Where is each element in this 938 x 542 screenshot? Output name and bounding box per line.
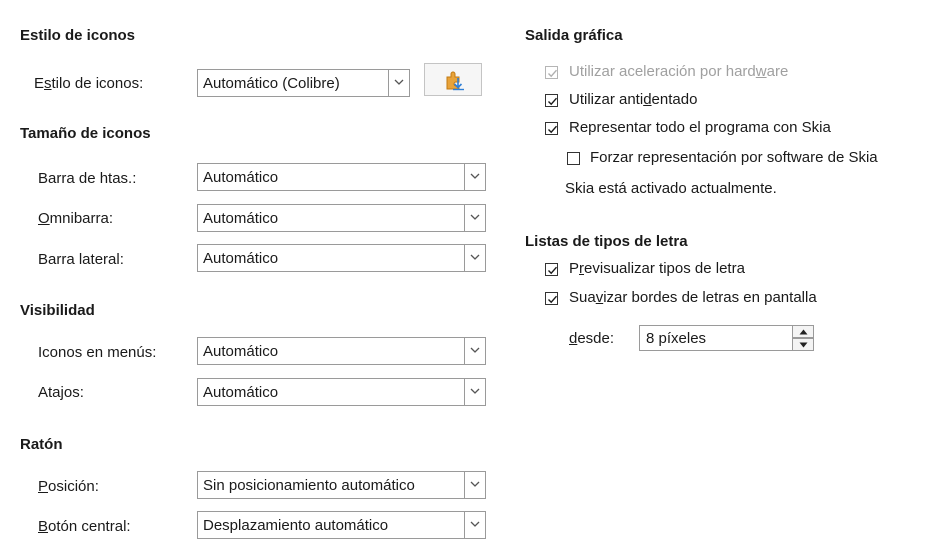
- notebookbar-size-dropdown[interactable]: Automático: [197, 204, 486, 232]
- checkmark-icon: [548, 69, 558, 78]
- chevron-down-icon[interactable]: [388, 70, 409, 96]
- menu-icons-value: Automático: [203, 343, 279, 360]
- icon-style-value: Automático (Colibre): [203, 75, 340, 92]
- spin-up-button[interactable]: [792, 325, 814, 338]
- toolbar-size-dropdown[interactable]: Automático: [197, 163, 486, 191]
- mouse-section-title: Ratón: [20, 436, 63, 453]
- antialias-label: Utilizar antidentado: [569, 91, 698, 108]
- icon-style-section-title: Estilo de iconos: [20, 27, 136, 44]
- spin-buttons[interactable]: [792, 325, 814, 351]
- icon-size-section-title: Tamaño de iconos: [20, 125, 151, 142]
- middle-button-value: Desplazamiento automático: [203, 517, 389, 534]
- menu-icons-dropdown[interactable]: Automático: [197, 337, 486, 365]
- mouse-position-value: Sin posicionamiento automático: [203, 477, 415, 494]
- toolbar-size-value: Automático: [203, 169, 279, 186]
- notebookbar-size-value: Automático: [203, 210, 279, 227]
- spin-down-button[interactable]: [792, 338, 814, 351]
- font-smoothing-checkbox[interactable]: [545, 292, 558, 305]
- middle-button-label: Botón central:: [38, 518, 131, 535]
- toolbar-size-label: Barra de htas.:: [38, 170, 137, 187]
- font-lists-section-title: Listas de tipos de letra: [525, 233, 688, 250]
- font-preview-checkbox[interactable]: [545, 263, 558, 276]
- mouse-position-dropdown[interactable]: Sin posicionamiento automático: [197, 471, 486, 499]
- chevron-down-icon[interactable]: [464, 245, 485, 271]
- menu-icons-label: Iconos en menús:: [38, 344, 157, 361]
- font-smoothing-label: Suavizar bordes de letras en pantalla: [569, 289, 817, 306]
- antialias-checkbox[interactable]: [545, 94, 558, 107]
- checkmark-icon: [548, 97, 558, 106]
- icon-style-label: Estilo de iconos:: [34, 75, 144, 92]
- chevron-down-icon[interactable]: [464, 472, 485, 498]
- chevron-down-icon[interactable]: [464, 205, 485, 231]
- chevron-down-icon[interactable]: [464, 379, 485, 405]
- triangle-down-icon: [799, 342, 808, 348]
- mouse-position-label: Posición:: [38, 478, 99, 495]
- sidebar-size-value: Automático: [203, 250, 279, 267]
- middle-button-dropdown[interactable]: Desplazamiento automático: [197, 511, 486, 539]
- hw-accel-checkbox[interactable]: [545, 66, 558, 79]
- triangle-up-icon: [799, 329, 808, 335]
- shortcuts-label: Atajos:: [38, 384, 84, 401]
- add-extension-icon: [446, 71, 464, 91]
- skia-status-text: Skia está activado actualmente.: [565, 180, 777, 197]
- sidebar-size-label: Barra lateral:: [38, 251, 124, 268]
- skia-checkbox[interactable]: [545, 122, 558, 135]
- checkmark-icon: [548, 125, 558, 134]
- shortcuts-dropdown[interactable]: Automático: [197, 378, 486, 406]
- smoothing-from-spinbox[interactable]: 8 píxeles: [639, 325, 814, 351]
- icon-style-dropdown[interactable]: Automático (Colibre): [197, 69, 410, 97]
- notebookbar-size-label: Omnibarra:: [38, 210, 114, 227]
- font-preview-label: Previsualizar tipos de letra: [569, 260, 745, 277]
- shortcuts-value: Automático: [203, 384, 279, 401]
- hw-accel-label: Utilizar aceleración por hardware: [569, 63, 789, 80]
- chevron-down-icon[interactable]: [464, 338, 485, 364]
- sidebar-size-dropdown[interactable]: Automático: [197, 244, 486, 272]
- checkmark-icon: [548, 266, 558, 275]
- skia-label: Representar todo el programa con Skia: [569, 119, 831, 136]
- skia-software-label: Forzar representación por software de Sk…: [590, 149, 878, 166]
- smoothing-from-label: desde:: [569, 330, 615, 347]
- graphics-output-section-title: Salida gráfica: [525, 27, 623, 44]
- chevron-down-icon[interactable]: [464, 512, 485, 538]
- chevron-down-icon[interactable]: [464, 164, 485, 190]
- visibility-section-title: Visibilidad: [20, 302, 95, 319]
- smoothing-from-value: 8 píxeles: [646, 330, 707, 347]
- add-icon-theme-button[interactable]: [424, 63, 482, 96]
- skia-software-checkbox[interactable]: [567, 152, 580, 165]
- checkmark-icon: [548, 295, 558, 304]
